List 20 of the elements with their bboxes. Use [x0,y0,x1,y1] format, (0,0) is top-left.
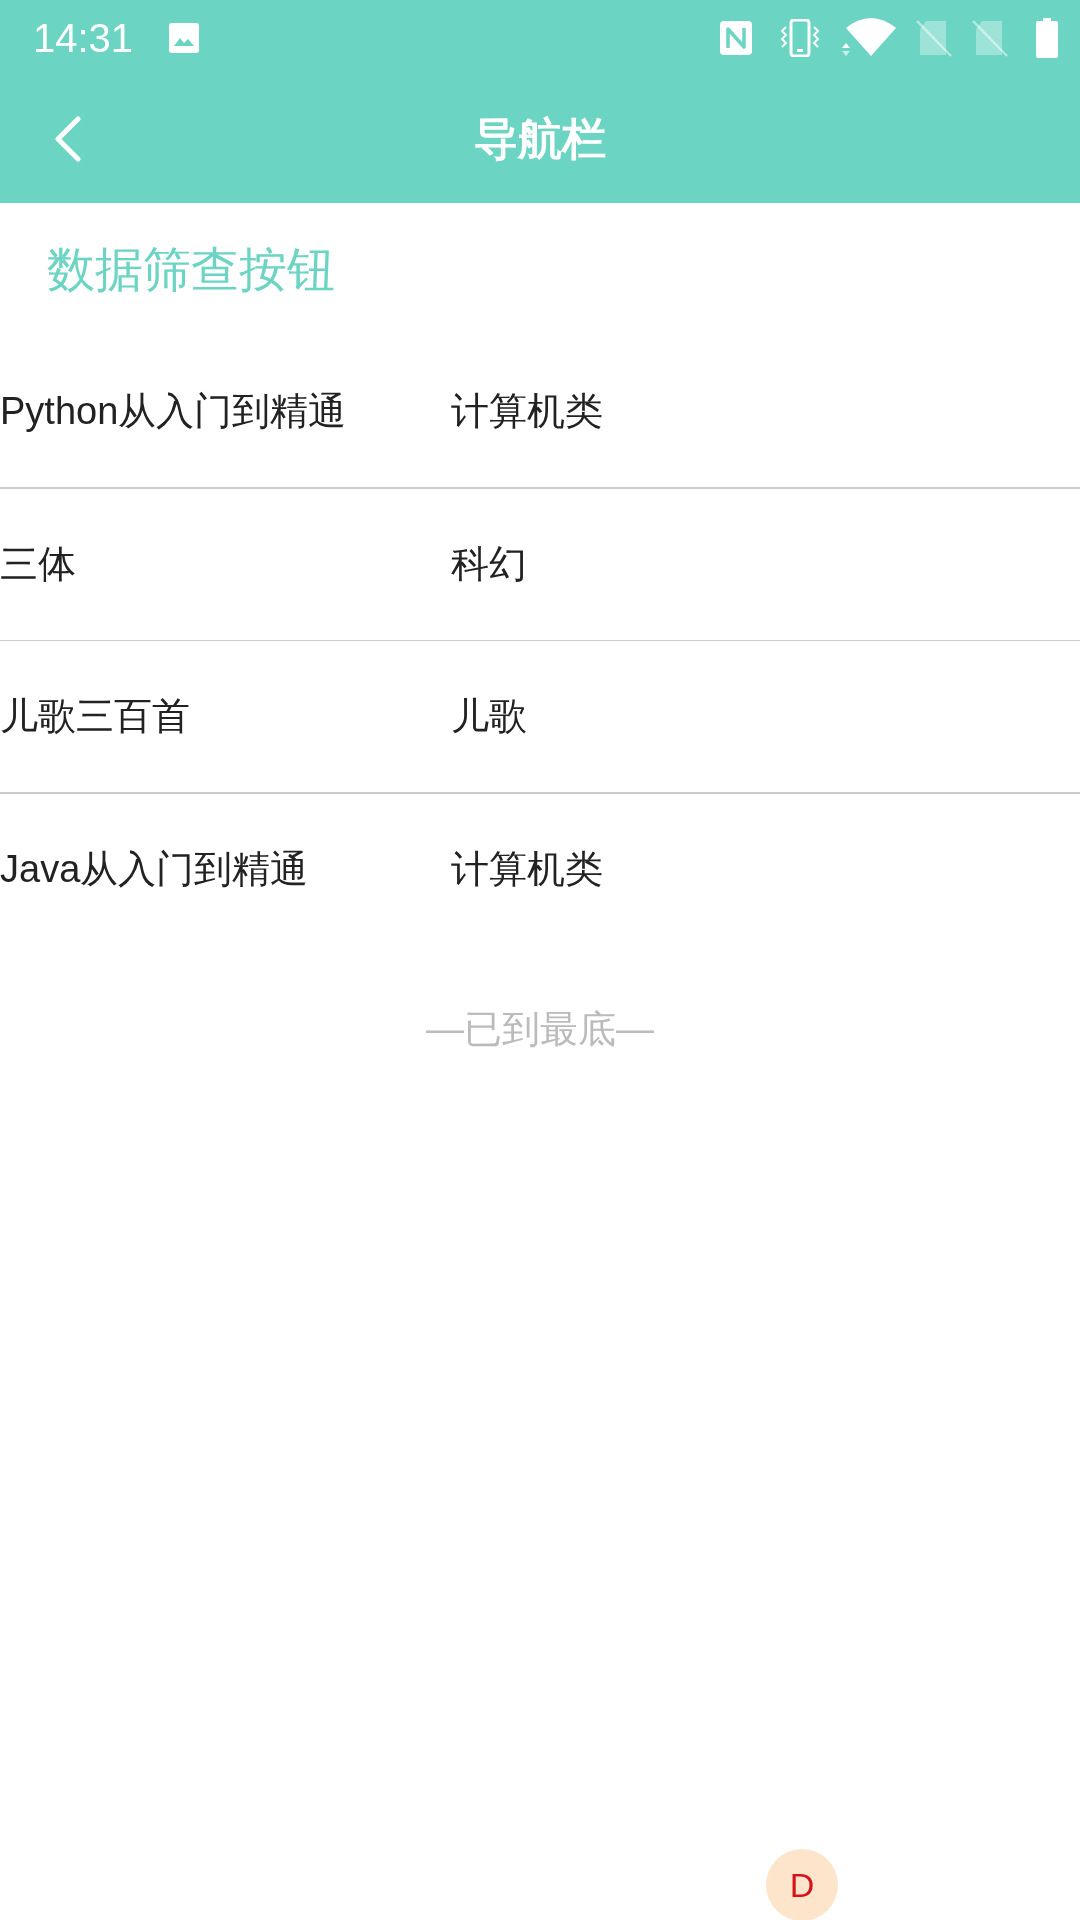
list-cell-text: 儿歌三百首 [0,694,191,739]
vibrate-icon [780,19,820,57]
battery-icon [1036,18,1058,58]
list-cell-text: 三体 [0,541,77,587]
list-cell-text: Java从入门到精通 [0,846,310,892]
no-sim-icon [916,19,952,57]
chevron-left-icon [55,116,81,162]
list-cell-text: 计算机类 [451,846,603,892]
list-cell-text: Python从入门到精通 [0,389,348,434]
nfc-icon [720,21,752,55]
end-of-list-text: —已到最底— [426,1007,654,1052]
list-cell-text: 儿歌 [451,694,527,739]
status-time: 14:31 [33,18,134,58]
nav-title: 导航栏 [474,113,606,165]
list-cell-text: 计算机类 [451,389,603,434]
floating-badge[interactable]: D [766,1849,838,1920]
list-cell-text: 科幻 [451,541,527,587]
wifi-icon [840,18,896,58]
no-sim-icon [972,19,1008,57]
image-icon [169,23,200,53]
